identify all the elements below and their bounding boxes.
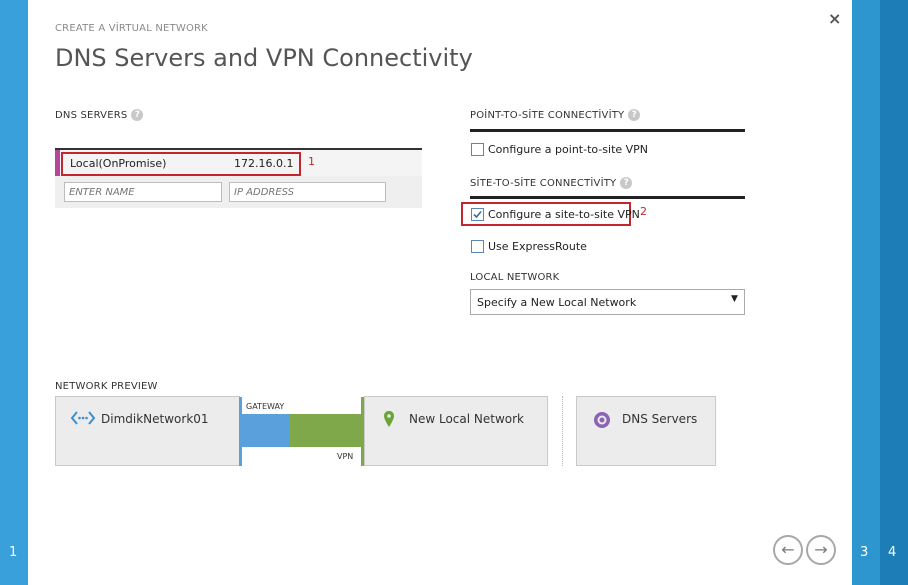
back-arrow-icon[interactable]: ←: [773, 535, 803, 565]
preview-divider: [562, 396, 563, 466]
s2s-section: SİTE-TO-SİTE CONNECTİVİTY?: [470, 177, 633, 189]
p2s-divider: [470, 129, 745, 132]
dns-servers-section: DNS SERVERS?: [55, 109, 144, 121]
vpn-label: VPN: [337, 452, 354, 461]
local-network-card: [364, 396, 548, 466]
s2s-divider: [470, 196, 745, 199]
dns-name-input[interactable]: [64, 182, 222, 202]
wizard-step-rail-left: [0, 0, 28, 585]
local-network-name: New Local Network: [409, 412, 525, 426]
p2s-checkbox-label[interactable]: Configure a point-to-site VPN: [488, 143, 648, 156]
s2s-checkbox[interactable]: [471, 208, 484, 221]
s2s-checkbox-label[interactable]: Configure a site-to-site VPN: [488, 208, 640, 221]
local-network-selected-value[interactable]: Specify a New Local Network: [477, 296, 636, 309]
dns-ip-input[interactable]: [229, 182, 386, 202]
vpn-block-bottom: [290, 431, 362, 447]
help-icon[interactable]: ?: [131, 109, 144, 121]
s2s-label: SİTE-TO-SİTE CONNECTİVİTY: [470, 178, 617, 189]
dropdown-arrow-icon[interactable]: ▼: [731, 294, 738, 304]
step-3-label[interactable]: 3: [860, 545, 868, 560]
help-icon[interactable]: ?: [628, 109, 641, 121]
vpn-block-top: [290, 414, 362, 431]
gateway-block: [242, 414, 292, 447]
annotation-number-2: 2: [640, 205, 647, 218]
p2s-checkbox[interactable]: [471, 143, 484, 156]
gateway-label: GATEWAY: [246, 402, 285, 411]
wizard-step-rail-3[interactable]: [852, 0, 880, 585]
dns-entry-ip[interactable]: 172.16.0.1: [234, 157, 293, 170]
vnet-name: DimdikNetwork01: [101, 412, 209, 426]
expressroute-checkbox-label[interactable]: Use ExpressRoute: [488, 240, 587, 253]
vnet-card: [55, 396, 240, 466]
next-arrow-icon[interactable]: →: [806, 535, 836, 565]
dns-server-icon: [594, 412, 610, 428]
wizard-step-rail-4[interactable]: [880, 0, 908, 585]
dns-servers-card: [576, 396, 716, 466]
virtual-network-icon: [70, 411, 96, 425]
annotation-number-1: 1: [308, 155, 315, 168]
expressroute-checkbox[interactable]: [471, 240, 484, 253]
dns-servers-card-label: DNS Servers: [622, 412, 698, 426]
location-pin-icon: [384, 411, 394, 427]
p2s-section: POİNT-TO-SİTE CONNECTİVİTY?: [470, 109, 641, 121]
dns-entry-name[interactable]: Local(OnPromise): [70, 157, 166, 170]
page-title: DNS Servers and VPN Connectivity: [55, 44, 473, 72]
help-icon[interactable]: ?: [620, 177, 633, 189]
p2s-label: POİNT-TO-SİTE CONNECTİVİTY: [470, 110, 625, 121]
close-icon[interactable]: ×: [828, 9, 841, 28]
local-network-label: LOCAL NETWORK: [470, 272, 560, 283]
dns-servers-label: DNS SERVERS: [55, 110, 128, 121]
network-preview-label: NETWORK PREVIEW: [55, 381, 158, 392]
checkmark-icon: [473, 210, 482, 219]
step-1-label[interactable]: 1: [9, 545, 17, 560]
step-4-label[interactable]: 4: [888, 545, 896, 560]
wizard-title: CREATE A VİRTUAL NETWORK: [55, 23, 208, 34]
